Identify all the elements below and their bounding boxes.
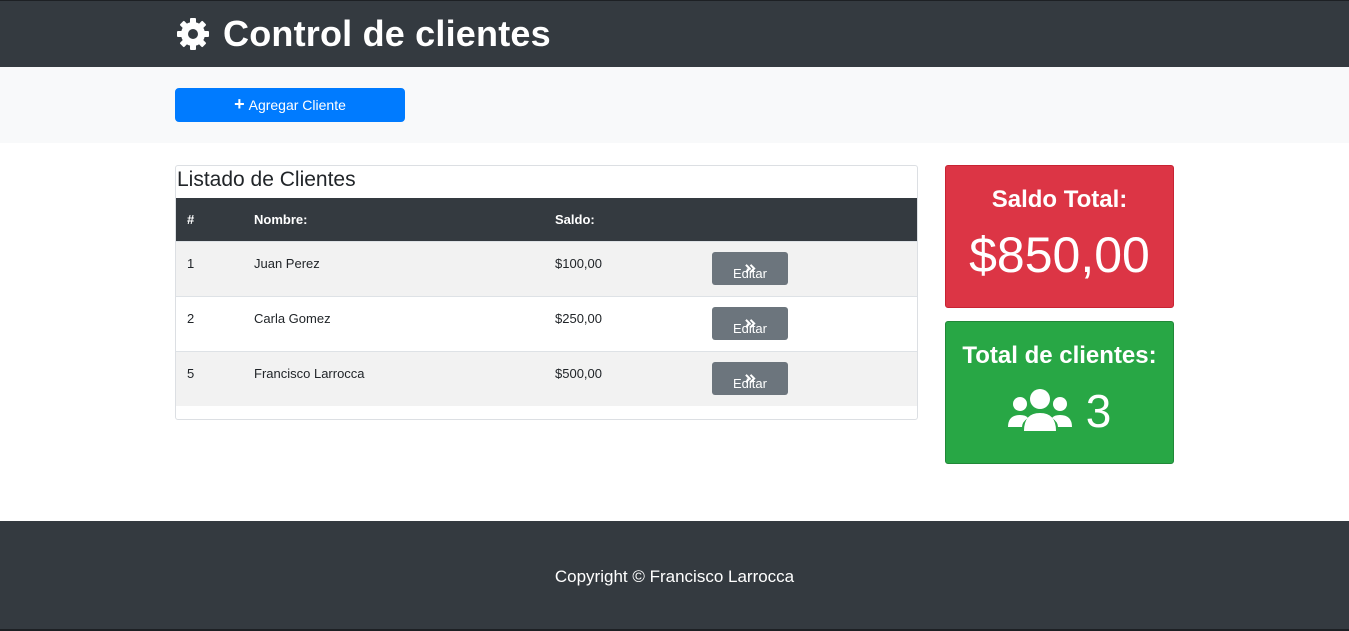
clients-list-card: Listado de Clientes # Nombre: Saldo: 1 J… bbox=[175, 165, 918, 420]
gear-icon bbox=[177, 18, 209, 50]
client-id: 5 bbox=[187, 366, 195, 381]
edit-button[interactable]: Editar bbox=[712, 307, 788, 340]
copyright-text: Copyright © Francisco Larrocca bbox=[554, 567, 795, 586]
client-balance: $100,00 bbox=[555, 256, 602, 271]
client-balance: $500,00 bbox=[555, 366, 602, 381]
edit-button[interactable]: Editar bbox=[712, 252, 788, 285]
edit-button[interactable]: Editar bbox=[712, 362, 788, 395]
table-row: 5 Francisco Larrocca $500,00 Editar bbox=[176, 351, 917, 406]
client-name: Carla Gomez bbox=[254, 311, 331, 326]
edit-label: Editar bbox=[733, 266, 767, 281]
col-header-balance: Saldo: bbox=[555, 212, 595, 227]
balance-total-card: Saldo Total: $850,00 bbox=[945, 165, 1174, 308]
table-row: 2 Carla Gomez $250,00 Editar bbox=[176, 296, 917, 351]
client-id: 1 bbox=[187, 256, 195, 271]
col-header-name: Nombre: bbox=[254, 212, 308, 227]
page-title: Control de clientes bbox=[223, 13, 551, 54]
edit-label: Editar bbox=[733, 376, 767, 391]
client-name: Juan Perez bbox=[254, 256, 320, 271]
add-client-button[interactable]: + Agregar Cliente bbox=[175, 88, 405, 122]
balance-total-value: $850,00 bbox=[969, 227, 1150, 283]
col-header-id: # bbox=[187, 212, 195, 227]
balance-total-title: Saldo Total: bbox=[991, 186, 1128, 213]
footer: Copyright © Francisco Larrocca bbox=[0, 521, 1349, 631]
top-navbar: Control de clientes bbox=[0, 0, 1349, 67]
clients-total-row: 3 bbox=[946, 384, 1173, 438]
client-id: 2 bbox=[187, 311, 195, 326]
users-icon bbox=[1007, 389, 1072, 431]
brand: Control de clientes bbox=[175, 13, 551, 55]
client-balance: $250,00 bbox=[555, 311, 602, 326]
clients-total-value: 3 bbox=[1085, 385, 1112, 437]
edit-label: Editar bbox=[733, 321, 767, 336]
client-name: Francisco Larrocca bbox=[254, 366, 365, 381]
clients-list-title: Listado de Clientes bbox=[177, 168, 356, 191]
clients-table: # Nombre: Saldo: 1 Juan Perez $100,00 Ed… bbox=[176, 198, 917, 406]
table-header: # Nombre: Saldo: bbox=[176, 198, 917, 241]
table-row: 1 Juan Perez $100,00 Editar bbox=[176, 241, 917, 296]
clients-total-card: Total de clientes: 3 bbox=[945, 321, 1174, 464]
plus-icon: + bbox=[234, 94, 245, 114]
add-client-label: Agregar Cliente bbox=[248, 97, 346, 113]
action-bar: + Agregar Cliente bbox=[0, 67, 1349, 143]
clients-total-title: Total de clientes: bbox=[962, 342, 1157, 369]
